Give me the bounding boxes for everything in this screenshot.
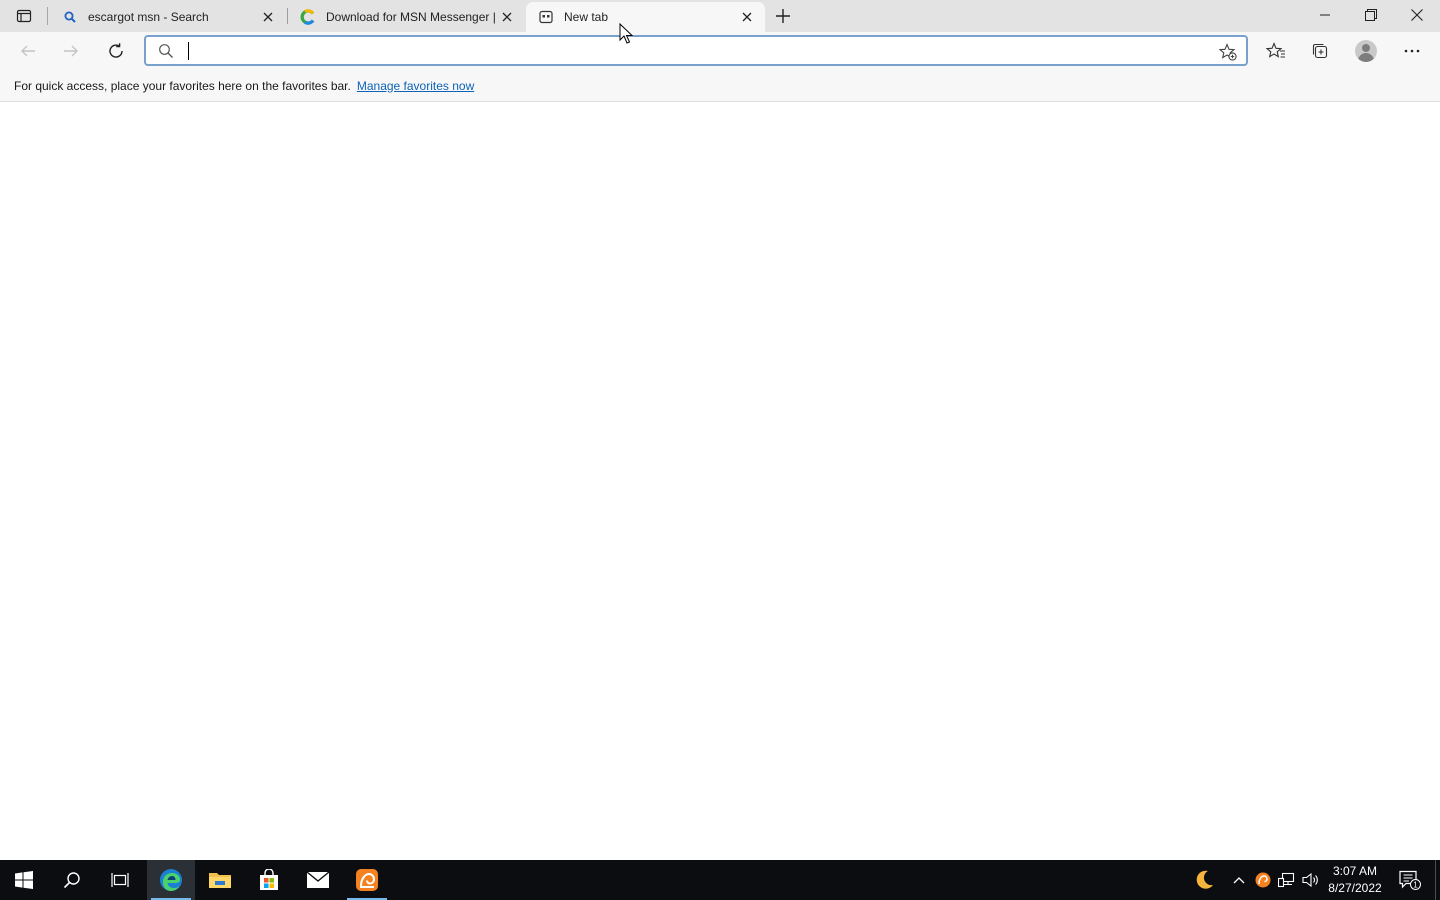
taskbar: 3:07 AM 8/27/2022 1 bbox=[0, 860, 1440, 900]
volume-tray-button[interactable] bbox=[1300, 860, 1322, 900]
network-tray-button[interactable] bbox=[1276, 860, 1298, 900]
new-tab-page-icon bbox=[538, 9, 554, 25]
mail-icon bbox=[306, 871, 330, 888]
back-arrow-icon bbox=[21, 45, 35, 57]
clock-time: 3:07 AM bbox=[1332, 864, 1378, 878]
task-view-button[interactable] bbox=[96, 860, 144, 900]
task-view-icon bbox=[111, 873, 129, 887]
star-add-icon bbox=[1219, 43, 1237, 61]
close-icon bbox=[1411, 9, 1423, 21]
collections-button[interactable] bbox=[1304, 35, 1336, 67]
close-tab-icon[interactable] bbox=[260, 9, 276, 25]
notification-icon: 1 bbox=[1399, 870, 1421, 890]
refresh-icon bbox=[109, 43, 123, 58]
profile-button[interactable] bbox=[1350, 35, 1382, 67]
text-caret bbox=[188, 42, 189, 60]
add-favorite-button[interactable] bbox=[1218, 42, 1238, 62]
page-content bbox=[0, 103, 1440, 860]
close-window-button[interactable] bbox=[1394, 0, 1440, 30]
escargot-tray-icon bbox=[1255, 872, 1271, 888]
minimize-button[interactable] bbox=[1302, 0, 1348, 30]
start-icon bbox=[15, 871, 33, 889]
tab-new-tab[interactable]: New tab bbox=[526, 2, 765, 32]
taskbar-file-explorer-button[interactable] bbox=[196, 860, 244, 900]
forward-button[interactable] bbox=[55, 35, 87, 67]
favorites-bar: For quick access, place your favorites h… bbox=[0, 70, 1440, 102]
tab-actions-icon bbox=[16, 9, 32, 23]
back-button[interactable] bbox=[12, 35, 44, 67]
tab-separator bbox=[47, 7, 48, 25]
taskbar-escargot-button[interactable] bbox=[343, 860, 391, 900]
moon-icon bbox=[1196, 870, 1213, 889]
search-icon bbox=[62, 9, 78, 25]
more-dots-icon bbox=[1404, 49, 1420, 53]
minimize-icon bbox=[1320, 14, 1330, 16]
store-icon bbox=[260, 869, 278, 890]
address-input[interactable] bbox=[186, 39, 1186, 63]
new-tab-button[interactable] bbox=[770, 4, 796, 28]
taskbar-edge-button[interactable] bbox=[147, 860, 195, 900]
show-hidden-icons-button[interactable] bbox=[1228, 860, 1250, 900]
manage-favorites-link[interactable]: Manage favorites now bbox=[357, 79, 474, 93]
clock-date: 8/27/2022 bbox=[1328, 881, 1382, 895]
tab-title: New tab bbox=[564, 10, 609, 24]
search-icon bbox=[63, 872, 80, 889]
taskbar-store-button[interactable] bbox=[245, 860, 293, 900]
restore-button[interactable] bbox=[1348, 0, 1394, 30]
close-tab-icon[interactable] bbox=[739, 9, 755, 25]
taskbar-clock[interactable]: 3:07 AM 8/27/2022 bbox=[1322, 860, 1388, 900]
edge-icon bbox=[160, 869, 182, 891]
tab-escargot-search[interactable]: escargot msn - Search bbox=[50, 2, 286, 32]
search-icon bbox=[159, 44, 173, 58]
show-desktop-button[interactable] bbox=[1435, 860, 1436, 900]
volume-icon bbox=[1302, 872, 1318, 888]
address-bar[interactable] bbox=[144, 35, 1248, 66]
tab-msn-messenger-download[interactable]: Download for MSN Messenger | bbox=[288, 2, 525, 32]
collections-icon bbox=[1312, 43, 1328, 59]
escargot-icon bbox=[356, 869, 378, 891]
chevron-up-icon bbox=[1233, 877, 1245, 884]
plus-icon bbox=[776, 9, 790, 23]
restore-icon bbox=[1365, 9, 1377, 21]
colorful-c-icon bbox=[300, 9, 316, 25]
tab-title: escargot msn - Search bbox=[88, 10, 209, 24]
favorites-bar-message: For quick access, place your favorites h… bbox=[14, 78, 351, 93]
escargot-tray-button[interactable] bbox=[1252, 860, 1274, 900]
tab-actions-button[interactable] bbox=[10, 5, 38, 27]
browser-toolbar bbox=[0, 32, 1440, 70]
avatar bbox=[1355, 40, 1377, 62]
start-button[interactable] bbox=[0, 860, 48, 900]
action-center-button[interactable]: 1 bbox=[1394, 860, 1426, 900]
taskbar-search-button[interactable] bbox=[48, 860, 96, 900]
close-tab-icon[interactable] bbox=[499, 9, 515, 25]
file-explorer-icon bbox=[209, 873, 231, 888]
settings-more-button[interactable] bbox=[1396, 35, 1428, 67]
network-icon bbox=[1278, 872, 1295, 888]
tab-strip: escargot msn - Search Download for MSN M… bbox=[0, 0, 1440, 32]
tab-title: Download for MSN Messenger | bbox=[326, 10, 496, 24]
favorites-star-icon bbox=[1266, 42, 1285, 58]
mouse-cursor-icon bbox=[619, 23, 633, 44]
notification-count: 1 bbox=[1413, 881, 1418, 890]
favorites-button[interactable] bbox=[1260, 35, 1292, 67]
refresh-button[interactable] bbox=[100, 35, 132, 67]
forward-arrow-icon bbox=[64, 45, 78, 57]
night-light-tray-button[interactable] bbox=[1188, 860, 1220, 900]
taskbar-mail-button[interactable] bbox=[294, 860, 342, 900]
